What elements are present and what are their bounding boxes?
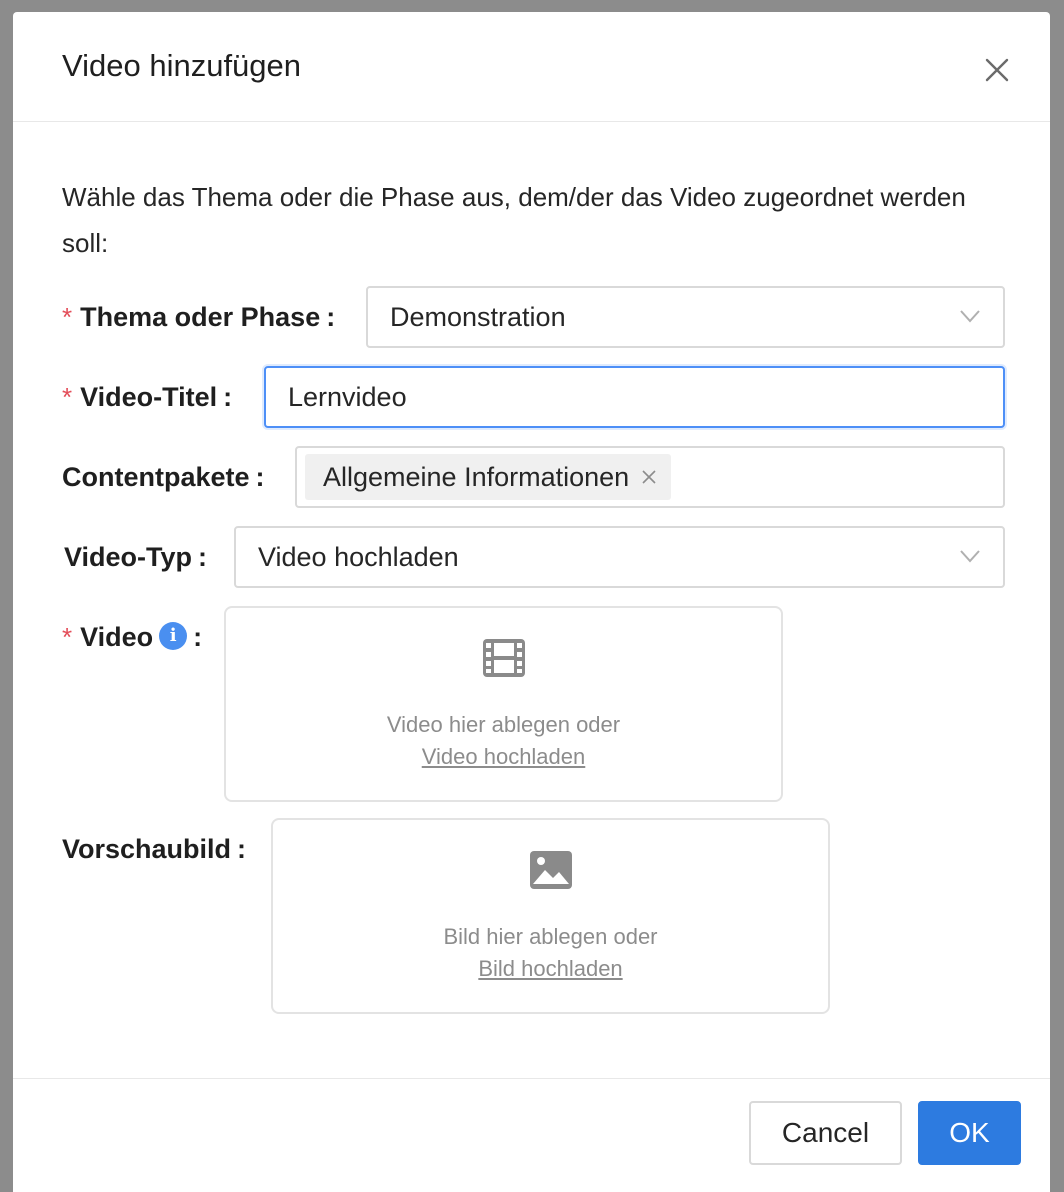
- topic-select-value: Demonstration: [390, 302, 566, 332]
- intro-text: Wähle das Thema oder die Phase aus, dem/…: [62, 182, 966, 258]
- ok-button[interactable]: OK: [918, 1101, 1021, 1165]
- required-marker: *: [62, 622, 73, 652]
- tag-close-icon[interactable]: [641, 469, 657, 485]
- content-packages-select[interactable]: Allgemeine Informationen: [295, 446, 1005, 508]
- video-dropzone[interactable]: Video hier ablegen oder Video hochladen: [224, 606, 783, 802]
- thumbnail-upload-link[interactable]: Bild hochladen: [478, 956, 622, 981]
- thumbnail-drop-text: Bild hier ablegen oder: [443, 924, 658, 949]
- dialog-header: Video hinzufügen: [13, 12, 1050, 122]
- image-icon: [529, 851, 572, 889]
- video-title-value: Lernvideo: [288, 382, 407, 412]
- add-video-dialog: Video hinzufügen Wähle das Thema oder di…: [13, 12, 1050, 1192]
- form-row-content-packages: Contentpakete: Allgemeine Informationen: [62, 446, 1005, 508]
- required-marker: *: [62, 382, 73, 412]
- form-row-video: * Video i: Video hier ablegen oder Video h…: [62, 606, 1005, 802]
- video-type-select[interactable]: Video hochladen: [234, 526, 1005, 588]
- topic-select[interactable]: Demonstration: [366, 286, 1005, 348]
- video-type-label: Video-Typ:: [64, 542, 208, 572]
- chevron-down-icon: [960, 310, 980, 323]
- thumbnail-label: Vorschaubild:: [62, 834, 247, 864]
- chevron-down-icon: [960, 550, 980, 563]
- video-upload-link[interactable]: Video hochladen: [422, 744, 586, 769]
- video-label: * Video i:: [62, 621, 203, 652]
- dialog-footer: Cancel OK: [13, 1078, 1050, 1192]
- form-row-thumbnail: Vorschaubild: Bild hier ablegen oder Bil…: [62, 818, 1005, 1014]
- close-icon: [985, 58, 1009, 82]
- film-icon: [482, 639, 525, 677]
- close-button[interactable]: [979, 52, 1015, 88]
- content-packages-label: Contentpakete:: [62, 462, 265, 492]
- content-package-tag: Allgemeine Informationen: [305, 454, 672, 500]
- video-title-input[interactable]: Lernvideo: [264, 366, 1005, 428]
- tag-label: Allgemeine Informationen: [323, 461, 630, 492]
- dialog-title: Video hinzufügen: [62, 48, 302, 83]
- video-drop-text: Video hier ablegen oder: [386, 712, 621, 737]
- thumbnail-dropzone[interactable]: Bild hier ablegen oder Bild hochladen: [271, 818, 830, 1014]
- title-label: * Video-Titel:: [62, 382, 233, 412]
- video-type-value: Video hochladen: [258, 542, 459, 572]
- cancel-button[interactable]: Cancel: [749, 1101, 902, 1165]
- required-marker: *: [62, 302, 73, 332]
- form-row-topic: * Thema oder Phase: Demonstration: [62, 286, 1005, 348]
- form-row-video-type: Video-Typ: Video hochladen: [62, 526, 1005, 588]
- topic-label: * Thema oder Phase:: [62, 302, 336, 332]
- info-icon[interactable]: i: [159, 621, 188, 650]
- form-row-title: * Video-Titel: Lernvideo: [62, 366, 1005, 428]
